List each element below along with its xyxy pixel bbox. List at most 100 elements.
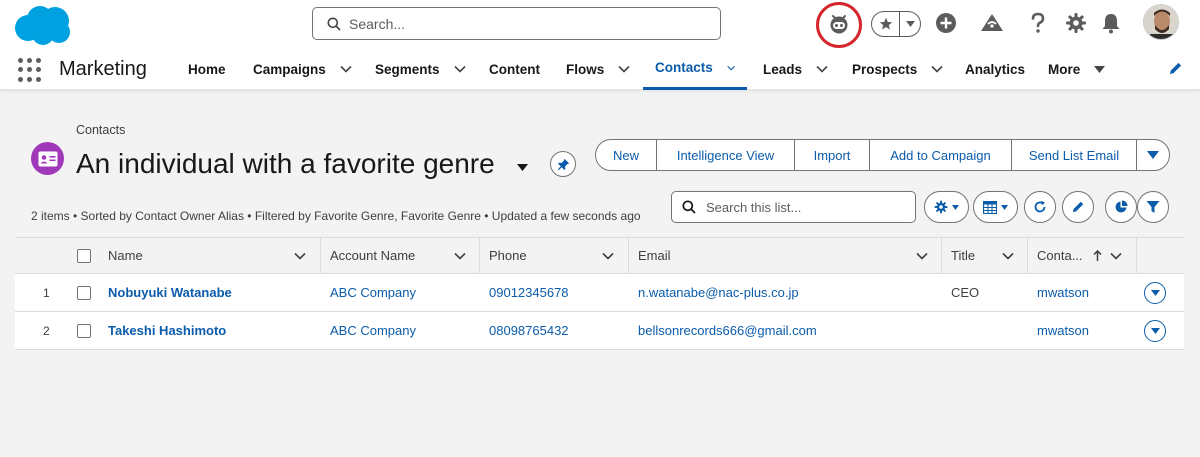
trailhead-icon[interactable] [977,8,1007,38]
list-status-line: 2 items • Sorted by Contact Owner Alias … [31,209,641,223]
email-link[interactable]: bellsonrecords666@gmail.com [638,312,817,349]
nav-tab-label: Segments [375,61,440,77]
list-search-input[interactable]: Search this list... [671,191,916,223]
column-menu-chevron-icon[interactable] [916,238,928,273]
agent-icon[interactable] [824,8,854,38]
column-menu-chevron-icon[interactable] [454,238,466,273]
column-menu-chevron-icon[interactable] [602,238,614,273]
send-list-email-button[interactable]: Send List Email [1012,140,1137,170]
select-all-checkbox[interactable] [77,238,91,273]
row-checkbox[interactable] [77,274,91,311]
caret-down-icon[interactable] [1094,65,1106,73]
list-view-controls-button[interactable] [924,191,969,223]
column-label: Title [951,248,976,263]
email-link[interactable]: n.watanabe@nac-plus.co.jp [638,274,799,311]
list-actions-button-group: New Intelligence View Import Add to Camp… [595,139,1170,171]
salesforce-cloud-logo[interactable] [13,4,73,46]
gear-icon [934,200,948,214]
row-number: 1 [43,285,50,300]
caret-down-icon [1147,151,1159,159]
search-icon [327,17,341,31]
chevron-down-icon[interactable] [727,64,735,72]
notification-bell-icon[interactable] [1096,8,1126,38]
show-charts-button[interactable] [1105,191,1137,223]
column-header-contact-owner-alias[interactable]: Conta... [1037,238,1083,273]
nav-tab-content[interactable]: Content [489,48,540,90]
table-row: 2 Takeshi Hashimoto ABC Company 08098765… [15,312,1184,350]
refresh-icon [1034,200,1046,213]
intelligence-view-button[interactable]: Intelligence View [657,140,795,170]
nav-tab-flows[interactable]: Flows [566,48,630,90]
column-label: Phone [489,248,527,263]
add-icon[interactable] [931,8,961,38]
title-cell: CEO [951,285,980,300]
row-checkbox[interactable] [77,312,91,349]
nav-tab-analytics[interactable]: Analytics [965,48,1025,90]
contact-name-link[interactable]: Takeshi Hashimoto [108,312,226,349]
app-launcher-icon[interactable] [18,58,42,82]
row-actions-button[interactable] [1144,312,1166,349]
pin-icon [557,158,569,170]
phone-link[interactable]: 08098765432 [489,312,569,349]
column-menu-chevron-icon[interactable] [1002,238,1014,273]
phone-link[interactable]: 09012345678 [489,274,569,311]
nav-tab-label: More [1048,61,1081,77]
user-avatar[interactable] [1143,4,1179,40]
nav-tab-home[interactable]: Home [188,48,226,90]
nav-tab-more[interactable]: More [1048,48,1106,90]
list-view-picker-caret-icon[interactable] [517,158,528,176]
nav-tab-prospects[interactable]: Prospects [852,48,943,90]
edit-nav-pencil-icon[interactable] [1168,61,1183,81]
inline-edit-button[interactable] [1062,191,1094,223]
owner-alias-link[interactable]: mwatson [1037,312,1089,349]
column-label: Email [638,248,671,263]
help-icon[interactable] [1023,8,1053,38]
chevron-down-icon[interactable] [816,65,828,73]
nav-tab-label: Leads [763,61,803,77]
nav-tab-label: Campaigns [253,61,326,77]
owner-alias-link[interactable]: mwatson [1037,274,1089,311]
breadcrumb: Contacts [76,123,126,137]
column-header-title[interactable]: Title [951,238,975,273]
star-icon[interactable] [872,12,900,36]
table-icon [983,200,997,214]
caret-down-icon [1150,327,1160,334]
settings-gear-icon[interactable] [1061,8,1091,38]
column-header-account-name[interactable]: Account Name [330,238,415,273]
contact-name-link[interactable]: Nobuyuki Watanabe [108,274,232,311]
list-view-title[interactable]: An individual with a favorite genre [76,148,495,180]
refresh-button[interactable] [1024,191,1056,223]
chevron-down-icon[interactable] [931,65,943,73]
filter-button[interactable] [1137,191,1169,223]
column-label: Conta... [1037,248,1083,263]
list-search-placeholder: Search this list... [706,199,802,215]
display-as-table-button[interactable] [973,191,1018,223]
account-name-link[interactable]: ABC Company [330,274,416,311]
column-header-email[interactable]: Email [638,238,671,273]
import-button[interactable]: Import [795,140,870,170]
global-search-input[interactable]: Search... [312,7,721,40]
nav-tab-campaigns[interactable]: Campaigns [253,48,352,90]
chevron-down-icon[interactable] [618,65,630,73]
nav-tab-contacts[interactable]: Contacts [643,48,747,90]
chevron-down-icon[interactable] [453,65,466,73]
column-label: Account Name [330,248,416,263]
column-header-phone[interactable]: Phone [489,238,527,273]
more-actions-button[interactable] [1137,140,1169,170]
favorites-menu-caret-icon[interactable] [900,21,920,27]
column-menu-chevron-icon[interactable] [1110,238,1122,273]
contact-object-icon [31,142,64,175]
global-header: Search... [0,0,1200,48]
row-actions-button[interactable] [1144,274,1166,311]
nav-tab-label: Prospects [852,61,918,77]
nav-tab-leads[interactable]: Leads [763,48,828,90]
nav-tab-segments[interactable]: Segments [375,48,466,90]
new-button[interactable]: New [596,140,657,170]
chevron-down-icon[interactable] [340,65,352,73]
account-name-link[interactable]: ABC Company [330,312,416,349]
column-header-name[interactable]: Name [108,238,143,273]
caret-down-icon [952,204,959,210]
column-menu-chevron-icon[interactable] [294,238,306,273]
pin-list-button[interactable] [550,151,576,177]
add-to-campaign-button[interactable]: Add to Campaign [870,140,1012,170]
